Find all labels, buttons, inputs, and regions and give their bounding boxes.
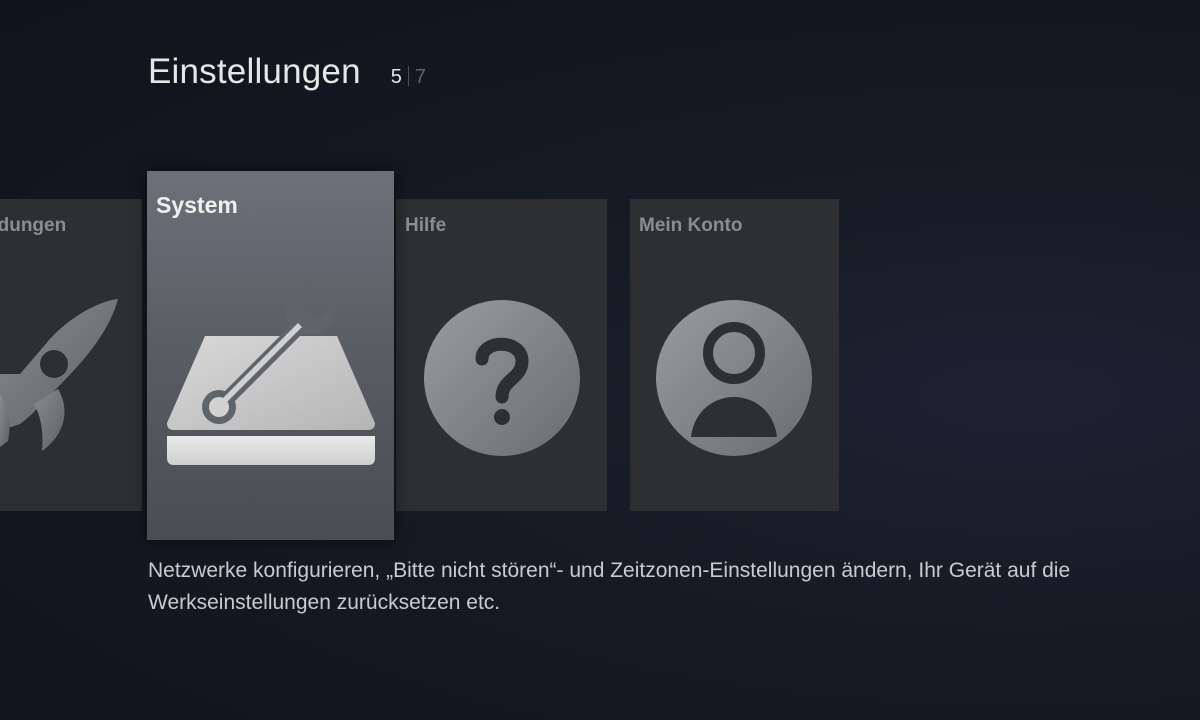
page-indicator: 5 7 [391,63,426,89]
account-icon [656,300,812,456]
help-icon [424,300,580,456]
page-separator [407,66,409,86]
tile-help[interactable]: Hilfe [396,199,607,511]
rocket-icon [0,299,118,451]
page-title: Einstellungen [148,52,361,91]
tools-icon [167,284,375,465]
tile-apps[interactable]: ndungen [0,199,142,511]
tile-description: Netzwerke konfigurieren, „Bitte nicht st… [148,559,1071,614]
header: Einstellungen 5 7 [148,52,426,92]
tile-system[interactable]: System [147,171,394,540]
page-total: 7 [414,66,427,88]
tile-account[interactable]: Mein Konto [630,199,839,511]
page-current: 5 [390,66,402,88]
